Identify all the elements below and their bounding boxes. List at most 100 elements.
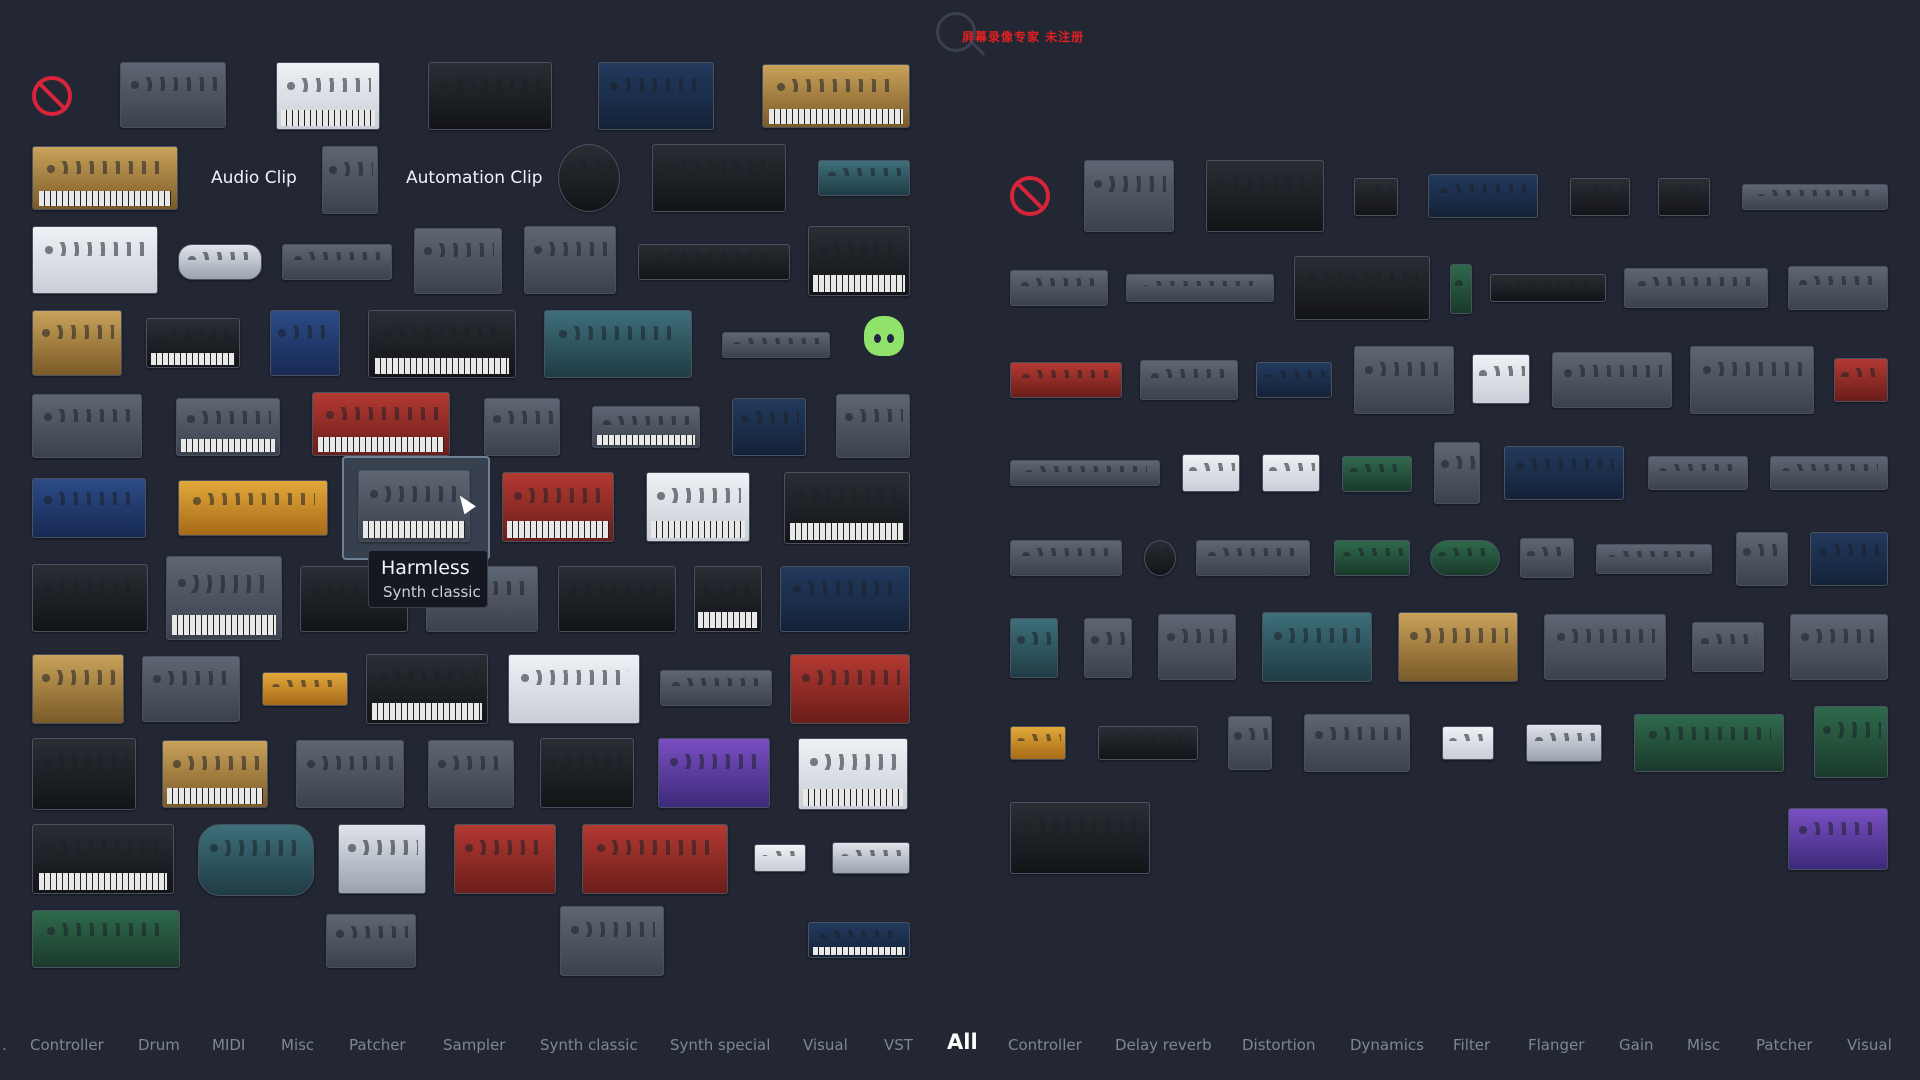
tab-gen-midi[interactable]: MIDI [212, 1036, 245, 1054]
plugin-thumbnail[interactable] [428, 62, 552, 130]
plugin-thumbnail[interactable] [790, 654, 910, 724]
effect-thumbnail[interactable] [1450, 264, 1472, 314]
tab-gen-synth-special[interactable]: Synth special [670, 1036, 770, 1054]
tab-gen-misc[interactable]: Misc [281, 1036, 314, 1054]
tab-gen-sampler[interactable]: Sampler [443, 1036, 505, 1054]
tab-fx-misc[interactable]: Misc [1687, 1036, 1720, 1054]
plugin-thumbnail[interactable] [32, 824, 174, 894]
plugin-thumbnail[interactable] [428, 740, 514, 808]
effect-thumbnail[interactable] [1010, 618, 1058, 678]
effect-thumbnail[interactable] [1196, 540, 1310, 576]
plugin-thumbnail[interactable] [176, 398, 280, 456]
plugin-thumbnail[interactable] [658, 738, 770, 808]
plugin-thumbnail[interactable] [818, 160, 910, 196]
effect-thumbnail[interactable] [1010, 802, 1150, 874]
effect-thumbnail[interactable] [1692, 622, 1764, 672]
effect-thumbnail[interactable] [1010, 726, 1066, 760]
plugin-thumbnail[interactable] [282, 244, 392, 280]
plugin-thumbnail[interactable] [508, 654, 640, 724]
effect-thumbnail[interactable] [1144, 540, 1176, 576]
plugin-thumbnail[interactable] [32, 394, 142, 458]
effect-thumbnail[interactable] [1354, 178, 1398, 216]
plugin-thumbnail[interactable] [454, 824, 556, 894]
plugin-thumbnail[interactable] [32, 226, 158, 294]
plugin-thumbnail[interactable] [524, 226, 616, 294]
effect-thumbnail[interactable] [1354, 346, 1454, 414]
plugin-thumbnail[interactable] [32, 910, 180, 968]
effect-thumbnail[interactable] [1834, 358, 1888, 402]
automation-clip-label[interactable]: Automation Clip [406, 168, 543, 188]
effect-thumbnail[interactable] [1526, 724, 1602, 762]
tab-fx-distortion[interactable]: Distortion [1242, 1036, 1316, 1054]
plugin-thumbnail[interactable] [652, 144, 786, 212]
tab-all[interactable]: All [947, 1030, 978, 1054]
plugin-thumbnail[interactable] [32, 146, 178, 210]
no-entry-icon[interactable] [1010, 176, 1050, 216]
plugin-thumbnail[interactable] [798, 738, 908, 810]
plugin-thumbnail[interactable] [754, 844, 806, 872]
plugin-thumbnail[interactable] [166, 556, 282, 640]
effect-thumbnail[interactable] [1206, 160, 1324, 232]
plugin-thumbnail[interactable] [784, 472, 910, 544]
plugin-thumbnail[interactable] [808, 226, 910, 296]
tab-fx-filter[interactable]: Filter [1453, 1036, 1490, 1054]
plugin-thumbnail[interactable] [366, 654, 488, 724]
tab-gen-drum[interactable]: Drum [138, 1036, 180, 1054]
plugin-thumbnail[interactable] [598, 62, 714, 130]
tab-fx-delay-reverb[interactable]: Delay reverb [1115, 1036, 1212, 1054]
plugin-thumbnail[interactable] [544, 310, 692, 378]
effect-thumbnail[interactable] [1442, 726, 1494, 760]
tab-fx-patcher[interactable]: Patcher [1756, 1036, 1813, 1054]
plugin-thumbnail[interactable] [560, 906, 664, 976]
plugin-thumbnail[interactable] [32, 564, 148, 632]
plugin-thumbnail[interactable] [836, 394, 910, 458]
plugin-thumbnail[interactable] [722, 332, 830, 358]
plugin-thumbnail[interactable] [32, 738, 136, 810]
effect-thumbnail[interactable] [1570, 178, 1630, 216]
tab-fx-visual[interactable]: Visual [1847, 1036, 1892, 1054]
tab-fx-dynamics[interactable]: Dynamics [1350, 1036, 1424, 1054]
plugin-thumbnail[interactable] [780, 566, 910, 632]
plugin-thumbnail[interactable] [558, 144, 620, 212]
tab-gen-visual[interactable]: Visual [803, 1036, 848, 1054]
effect-thumbnail[interactable] [1472, 354, 1530, 404]
plugin-thumbnail[interactable] [312, 392, 450, 456]
plugin-thumbnail[interactable] [338, 824, 426, 894]
effect-thumbnail[interactable] [1182, 454, 1240, 492]
effect-thumbnail[interactable] [1010, 362, 1122, 398]
plugin-thumbnail[interactable] [762, 64, 910, 128]
effect-thumbnail[interactable] [1490, 274, 1606, 302]
effect-thumbnail[interactable] [1430, 540, 1500, 576]
effect-thumbnail[interactable] [1596, 544, 1712, 574]
green-hair-character-icon[interactable] [864, 316, 904, 356]
plugin-thumbnail[interactable] [368, 310, 516, 378]
effect-thumbnail[interactable] [1084, 160, 1174, 232]
effect-thumbnail[interactable] [1262, 454, 1320, 492]
audio-clip-label[interactable]: Audio Clip [211, 168, 297, 188]
plugin-thumbnail[interactable] [646, 472, 750, 542]
effect-thumbnail[interactable] [1810, 532, 1888, 586]
effect-thumbnail[interactable] [1736, 532, 1788, 586]
effect-thumbnail[interactable] [1634, 714, 1784, 772]
plugin-thumbnail[interactable] [540, 738, 634, 808]
plugin-thumbnail[interactable] [32, 310, 122, 376]
plugin-thumbnail[interactable] [146, 318, 240, 368]
effect-thumbnail[interactable] [1262, 612, 1372, 682]
effect-thumbnail[interactable] [1304, 714, 1410, 772]
plugin-thumbnail[interactable] [414, 228, 502, 294]
tab-fx-flanger[interactable]: Flanger [1528, 1036, 1584, 1054]
plugin-thumbnail[interactable] [558, 566, 676, 632]
tab-gen-synth-classic[interactable]: Synth classic [540, 1036, 638, 1054]
effect-thumbnail[interactable] [1742, 184, 1888, 210]
plugin-thumbnail[interactable] [162, 740, 268, 808]
plugin-thumbnail[interactable] [732, 398, 806, 456]
effect-thumbnail[interactable] [1520, 538, 1574, 578]
effect-thumbnail[interactable] [1434, 442, 1480, 504]
plugin-thumbnail[interactable] [638, 244, 790, 280]
plugin-thumbnail[interactable] [142, 656, 240, 722]
tab-gen-patcher[interactable]: Patcher [349, 1036, 406, 1054]
effect-thumbnail[interactable] [1398, 612, 1518, 682]
plugin-thumbnail[interactable] [120, 62, 226, 128]
plugin-thumbnail[interactable] [694, 566, 762, 632]
effect-thumbnail[interactable] [1658, 178, 1710, 216]
